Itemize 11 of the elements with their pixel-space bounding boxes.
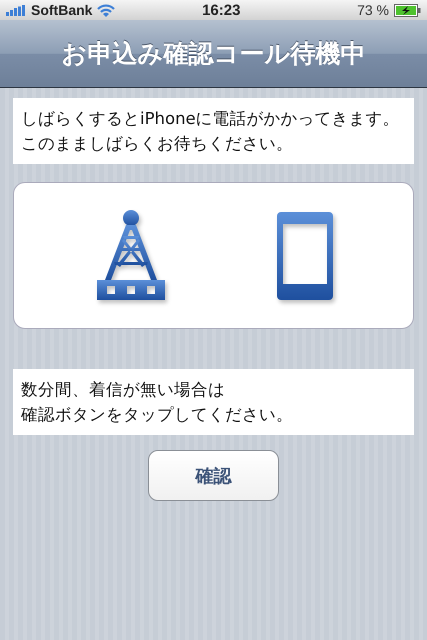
- carrier-name: SoftBank: [31, 2, 92, 18]
- instruction-text: 数分間、着信が無い場合は 確認ボタンをタップしてください。: [13, 369, 414, 435]
- wifi-icon: [97, 4, 116, 16]
- nav-title: お申込み確認コール待機中: [62, 38, 366, 70]
- message-text: しばらくするとiPhoneに電話がかかってきます。このまましばらくお待ちください。: [13, 98, 414, 164]
- battery-percent: 73 %: [357, 2, 389, 18]
- confirm-button[interactable]: 確認: [148, 450, 279, 501]
- radio-tower-icon: [94, 210, 166, 302]
- smartphone-icon: [276, 212, 332, 300]
- clock-time: 16:23: [202, 2, 242, 18]
- signal-icon: [6, 4, 26, 16]
